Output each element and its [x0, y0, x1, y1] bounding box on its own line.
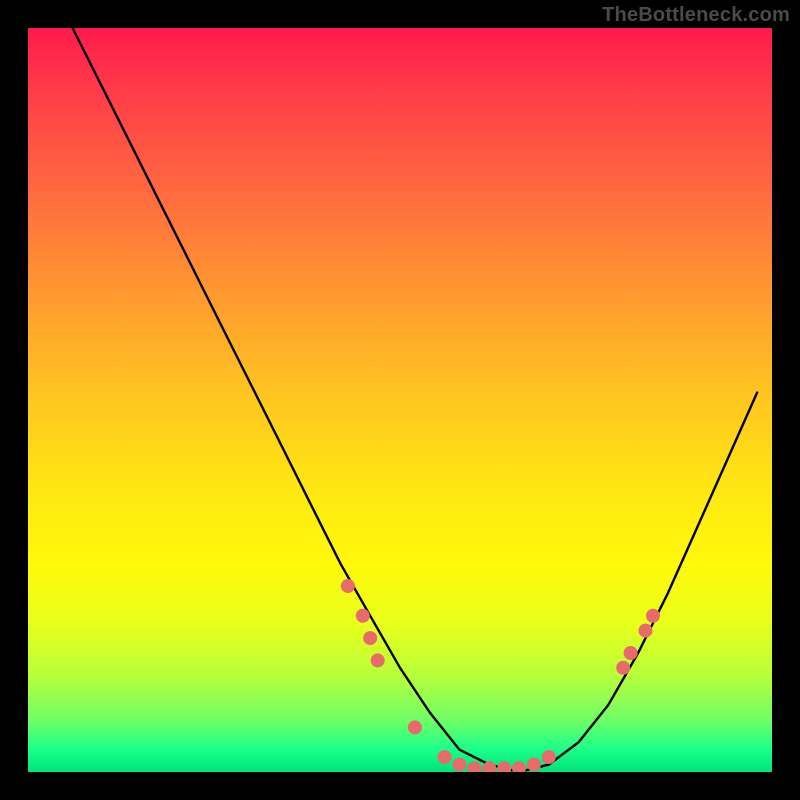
scatter-point: [371, 653, 385, 667]
chart-svg: [28, 28, 772, 772]
scatter-point: [438, 750, 452, 764]
watermark-text: TheBottleneck.com: [602, 4, 790, 27]
scatter-point: [542, 750, 556, 764]
scatter-point: [639, 624, 653, 638]
scatter-point: [512, 761, 526, 772]
scatter-point: [408, 720, 422, 734]
scatter-point: [616, 661, 630, 675]
scatter-point: [453, 758, 467, 772]
scatter-point: [363, 631, 377, 645]
scatter-point: [467, 761, 481, 772]
scatter-point: [624, 646, 638, 660]
scatter-point: [482, 761, 496, 772]
chart-plot-area: [28, 28, 772, 772]
scatter-point: [341, 579, 355, 593]
chart-frame: TheBottleneck.com: [0, 0, 800, 800]
highlighted-points: [341, 579, 660, 772]
scatter-point: [497, 761, 511, 772]
scatter-point: [646, 609, 660, 623]
scatter-point: [356, 609, 370, 623]
bottleneck-curve: [73, 28, 758, 772]
scatter-point: [527, 758, 541, 772]
